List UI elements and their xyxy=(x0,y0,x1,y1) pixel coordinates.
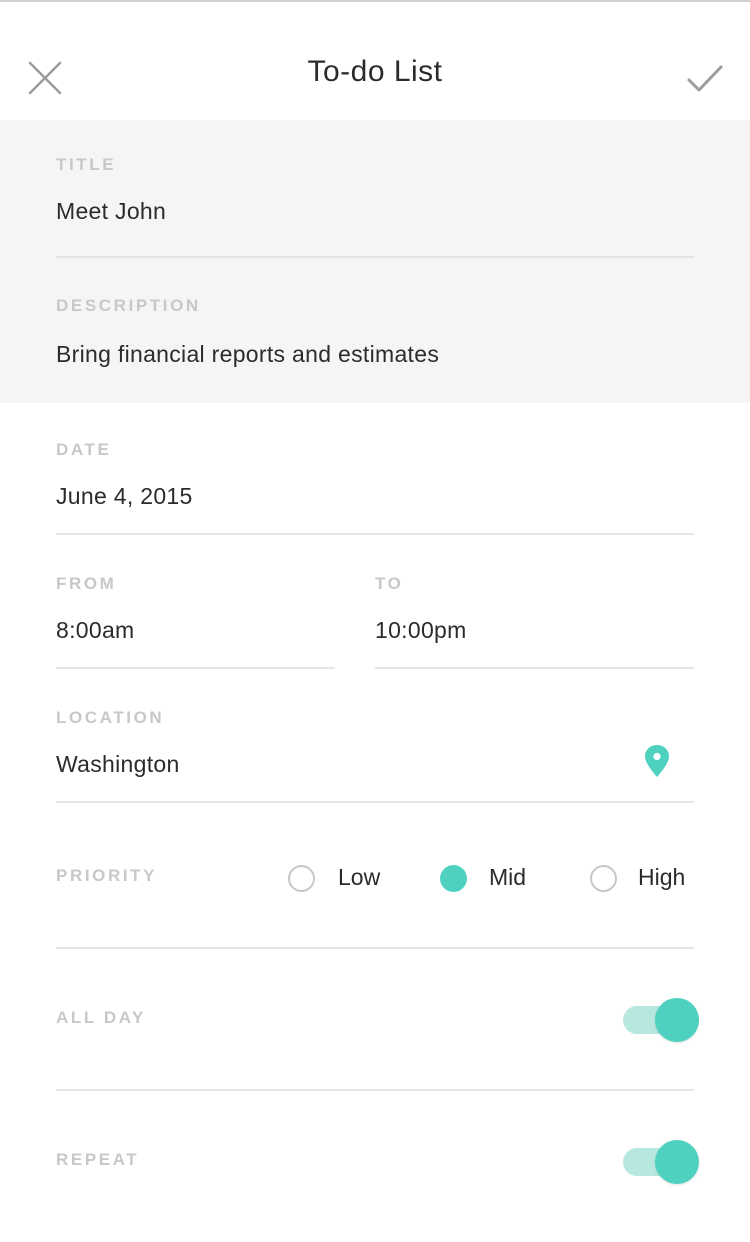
from-divider xyxy=(56,667,335,669)
to-label: TO xyxy=(375,574,404,593)
location-pin-button[interactable] xyxy=(643,744,671,778)
priority-label: PRIORITY xyxy=(56,866,158,885)
date-label: DATE xyxy=(56,440,112,459)
header-bar: To-do List xyxy=(0,2,750,120)
radio-selected-icon xyxy=(440,865,467,892)
page-title: To-do List xyxy=(307,55,443,88)
priority-divider xyxy=(56,947,694,949)
location-field[interactable]: Washington xyxy=(56,751,180,778)
confirm-button[interactable] xyxy=(684,62,726,96)
from-label: FROM xyxy=(56,574,117,593)
description-label: DESCRIPTION xyxy=(56,296,201,315)
location-pin-icon xyxy=(645,745,669,777)
from-field[interactable]: 8:00am xyxy=(56,617,135,644)
title-label: TITLE xyxy=(56,155,117,174)
to-divider xyxy=(375,667,694,669)
radio-unselected-icon xyxy=(590,865,617,892)
to-field[interactable]: 10:00pm xyxy=(375,617,467,644)
title-field[interactable]: Meet John xyxy=(56,198,166,225)
location-divider xyxy=(56,801,694,803)
checkmark-icon xyxy=(687,65,723,92)
all-day-label: ALL DAY xyxy=(56,1008,146,1027)
location-label: LOCATION xyxy=(56,708,165,727)
repeat-toggle[interactable] xyxy=(623,1140,699,1184)
description-field[interactable]: Bring financial reports and estimates xyxy=(56,341,439,368)
toggle-knob xyxy=(655,1140,699,1184)
title-divider xyxy=(56,256,694,258)
all-day-divider xyxy=(56,1089,694,1091)
priority-option-label: Low xyxy=(338,864,381,890)
toggle-knob xyxy=(655,998,699,1042)
date-divider xyxy=(56,533,694,535)
radio-unselected-icon xyxy=(288,865,315,892)
date-field[interactable]: June 4, 2015 xyxy=(56,483,193,510)
priority-option-label: High xyxy=(638,864,686,890)
repeat-label: REPEAT xyxy=(56,1150,140,1169)
all-day-toggle[interactable] xyxy=(623,998,699,1042)
priority-option-label: Mid xyxy=(489,864,527,890)
